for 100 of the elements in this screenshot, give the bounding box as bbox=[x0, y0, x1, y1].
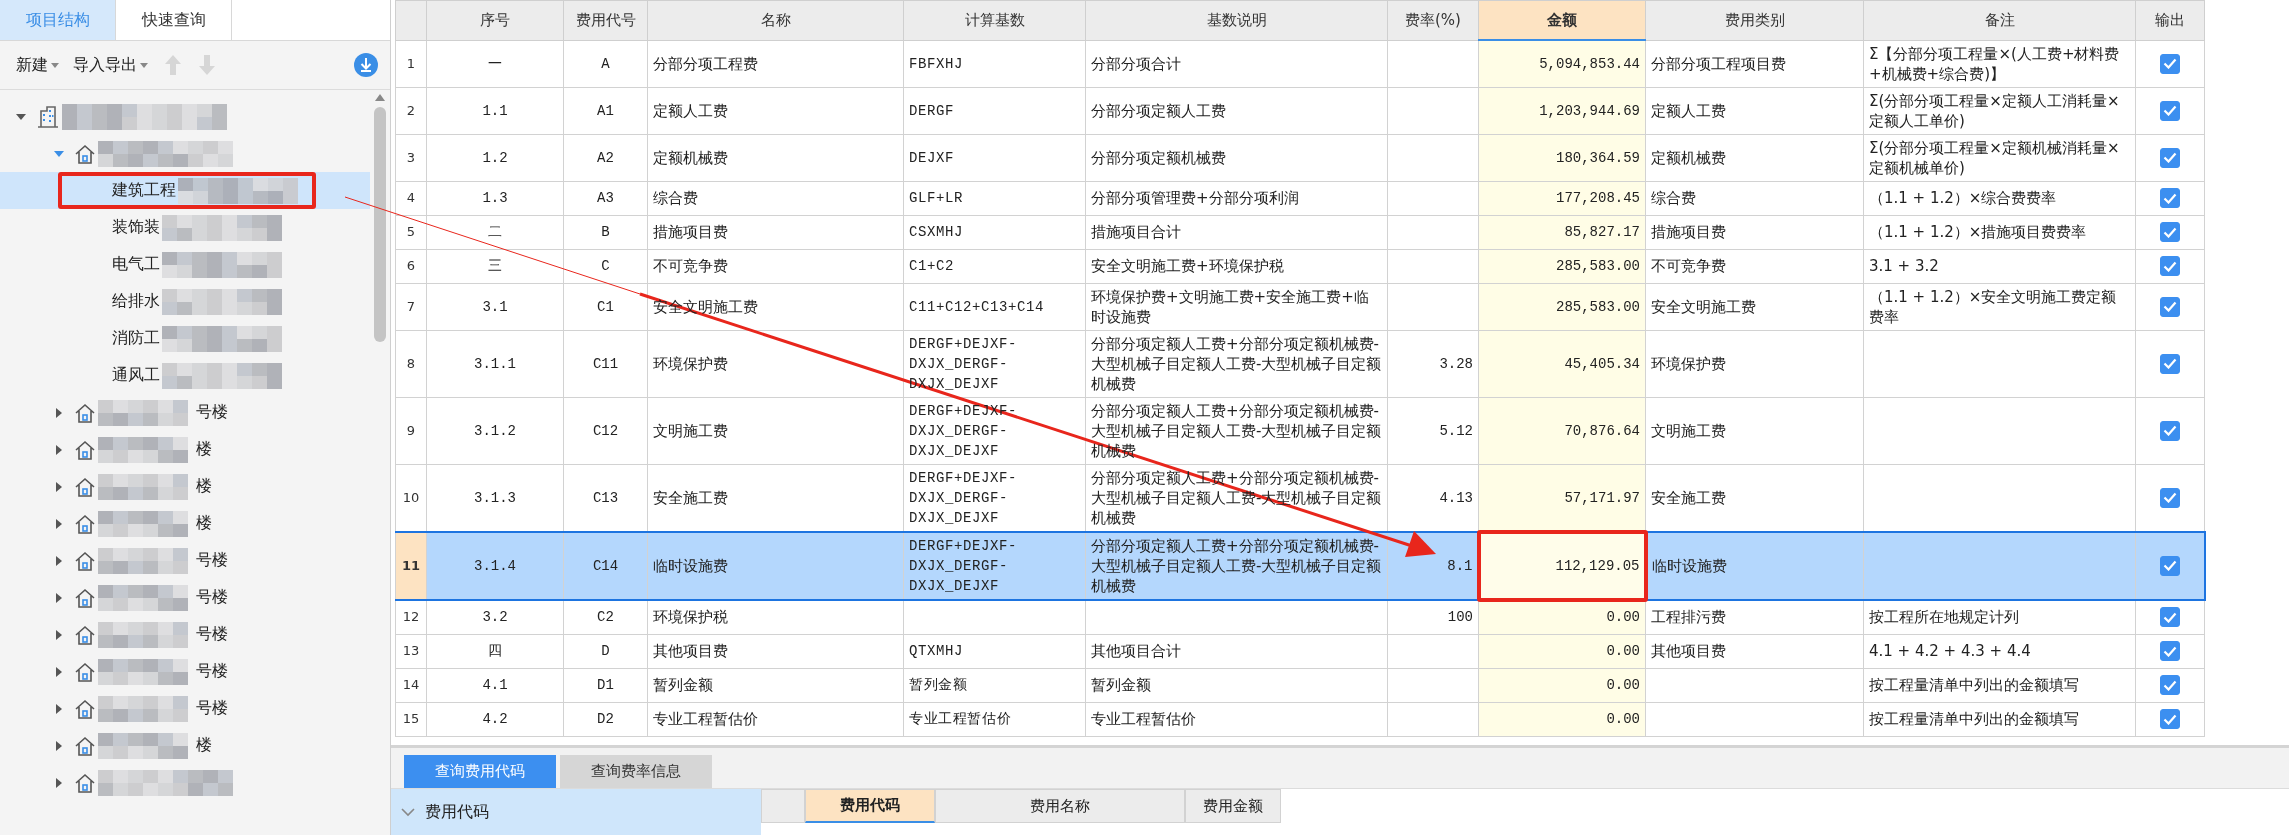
code-cell: C bbox=[601, 258, 610, 274]
row-number[interactable]: 15 bbox=[395, 702, 427, 736]
expand-arrow-icon[interactable] bbox=[55, 739, 63, 752]
column-header[interactable]: 基数说明 bbox=[1085, 0, 1388, 40]
tree-item[interactable]: 消防工 bbox=[0, 320, 370, 357]
tree-item[interactable]: 楼 bbox=[0, 727, 370, 764]
row-number[interactable]: 13 bbox=[395, 634, 427, 668]
collapse-arrow-icon[interactable] bbox=[15, 112, 27, 121]
tree-item[interactable]: 建筑工程 bbox=[0, 172, 370, 209]
group-header[interactable]: 费用代码 bbox=[391, 789, 761, 835]
tree-item[interactable]: 装饰装 bbox=[0, 209, 370, 246]
description-cell: 分部分项定额人工费+分部分项定额机械费-大型机械子目定额人工费-大型机械子目定额机械费 bbox=[1091, 536, 1382, 595]
tree-item[interactable]: 楼 bbox=[0, 431, 370, 468]
row-number[interactable]: 8 bbox=[395, 330, 427, 397]
row-number[interactable]: 7 bbox=[395, 283, 427, 330]
dropdown-menu-button[interactable]: 导入导出 bbox=[73, 54, 148, 76]
column-header[interactable]: 名称 bbox=[647, 0, 904, 40]
row-number[interactable]: 6 bbox=[395, 249, 427, 283]
sequence-cell: 3.2 bbox=[482, 609, 508, 625]
row-number[interactable]: 14 bbox=[395, 668, 427, 702]
checkbox[interactable] bbox=[2160, 100, 2180, 121]
checkbox[interactable] bbox=[2160, 607, 2180, 628]
column-header[interactable]: 费用类别 bbox=[1645, 0, 1864, 40]
row-number[interactable]: 12 bbox=[395, 599, 427, 634]
checkbox[interactable] bbox=[2160, 222, 2180, 243]
column-header[interactable]: 费率(%) bbox=[1387, 0, 1479, 40]
checkbox[interactable] bbox=[2160, 420, 2180, 441]
column-header[interactable]: 输出 bbox=[2135, 0, 2205, 40]
expand-arrow-icon[interactable] bbox=[55, 776, 63, 789]
column-header[interactable]: 费用名称 bbox=[935, 789, 1185, 823]
expand-arrow-icon[interactable] bbox=[55, 480, 63, 493]
row-number[interactable]: 10 bbox=[395, 464, 427, 532]
caret-icon bbox=[51, 62, 59, 68]
column-header[interactable]: 费用代码 bbox=[805, 789, 935, 823]
checkbox[interactable] bbox=[2160, 353, 2180, 374]
row-number[interactable]: 4 bbox=[395, 181, 427, 215]
expand-arrow-icon[interactable] bbox=[55, 443, 63, 456]
expand-arrow-icon[interactable] bbox=[55, 702, 63, 715]
checkbox[interactable] bbox=[2160, 147, 2180, 168]
checkbox[interactable] bbox=[2160, 675, 2180, 696]
column-header[interactable]: 费用金额 bbox=[1185, 789, 1281, 823]
checkbox[interactable] bbox=[2160, 296, 2180, 317]
column-header[interactable]: 计算基数 bbox=[903, 0, 1086, 40]
tree-item[interactable]: 给排水 bbox=[0, 283, 370, 320]
formula-cell: CSXMHJ bbox=[909, 224, 963, 240]
checkbox[interactable] bbox=[2159, 555, 2180, 576]
tree-item[interactable]: 通风工 bbox=[0, 357, 370, 394]
checkbox[interactable] bbox=[2160, 709, 2180, 730]
formula-cell: QTXMHJ bbox=[909, 643, 963, 659]
formula-cell: GLF+LR bbox=[909, 190, 963, 206]
checkbox[interactable] bbox=[2160, 256, 2180, 277]
scrollbar-thumb[interactable] bbox=[374, 107, 386, 342]
column-header[interactable]: 金额 bbox=[1478, 0, 1646, 40]
name-cell: 综合费 bbox=[653, 189, 698, 207]
expand-arrow-icon[interactable] bbox=[55, 628, 63, 641]
row-number[interactable]: 3 bbox=[395, 134, 427, 181]
tree-item[interactable]: 号楼 bbox=[0, 579, 370, 616]
checkbox[interactable] bbox=[2160, 641, 2180, 662]
tree-item[interactable]: 号楼 bbox=[0, 616, 370, 653]
tree-item[interactable]: 号楼 bbox=[0, 542, 370, 579]
name-cell: 定额人工费 bbox=[653, 101, 728, 120]
code-cell: C11 bbox=[592, 355, 619, 372]
tree-item[interactable]: 电气工 bbox=[0, 246, 370, 283]
row-number[interactable]: 11 bbox=[395, 531, 427, 600]
collapse-arrow-icon[interactable] bbox=[53, 149, 65, 158]
checkbox[interactable] bbox=[2160, 188, 2180, 209]
formula-cell: FBFXHJ bbox=[909, 55, 963, 72]
expand-arrow-icon[interactable] bbox=[55, 554, 63, 567]
formula-cell: C11+C12+C13+C14 bbox=[909, 298, 1045, 315]
dropdown-menu-button[interactable]: 新建 bbox=[16, 54, 59, 76]
sequence-cell: 3.1.2 bbox=[474, 422, 516, 439]
checkbox[interactable] bbox=[2160, 53, 2180, 74]
tree-item[interactable]: 号楼 bbox=[0, 394, 370, 431]
description-cell: 环境保护费+文明施工费+安全施工费+临时设施费 bbox=[1091, 287, 1369, 326]
description-cell: 专业工程暂估价 bbox=[1091, 710, 1196, 728]
checkbox[interactable] bbox=[2160, 487, 2180, 508]
row-number[interactable]: 1 bbox=[395, 40, 427, 87]
column-header[interactable]: 序号 bbox=[426, 0, 564, 40]
tree-item[interactable]: 楼 bbox=[0, 468, 370, 505]
expand-arrow-icon[interactable] bbox=[55, 517, 63, 530]
category-cell: 其他项目费 bbox=[1651, 642, 1726, 660]
house-icon bbox=[74, 401, 96, 424]
column-header[interactable]: 备注 bbox=[1863, 0, 2136, 40]
scroll-up-arrow-icon[interactable] bbox=[375, 94, 385, 101]
row-number[interactable]: 9 bbox=[395, 397, 427, 464]
tree-item[interactable]: 楼 bbox=[0, 505, 370, 542]
rate-cell: 3.28 bbox=[1439, 355, 1473, 372]
expand-arrow-icon[interactable] bbox=[55, 665, 63, 678]
caret-icon bbox=[140, 62, 148, 68]
tree-item[interactable]: 号楼 bbox=[0, 690, 370, 727]
row-number[interactable]: 5 bbox=[395, 215, 427, 249]
expand-arrow-icon[interactable] bbox=[55, 591, 63, 604]
panel-tab[interactable]: 查询费率信息 bbox=[560, 755, 712, 788]
tree-item[interactable]: 号楼 bbox=[0, 653, 370, 690]
column-header[interactable]: 费用代号 bbox=[563, 0, 648, 40]
chevron-icon[interactable] bbox=[401, 807, 415, 817]
download-icon[interactable] bbox=[354, 53, 378, 77]
row-number[interactable]: 2 bbox=[395, 87, 427, 134]
expand-arrow-icon[interactable] bbox=[55, 406, 63, 419]
code-cell: C14 bbox=[592, 557, 619, 574]
